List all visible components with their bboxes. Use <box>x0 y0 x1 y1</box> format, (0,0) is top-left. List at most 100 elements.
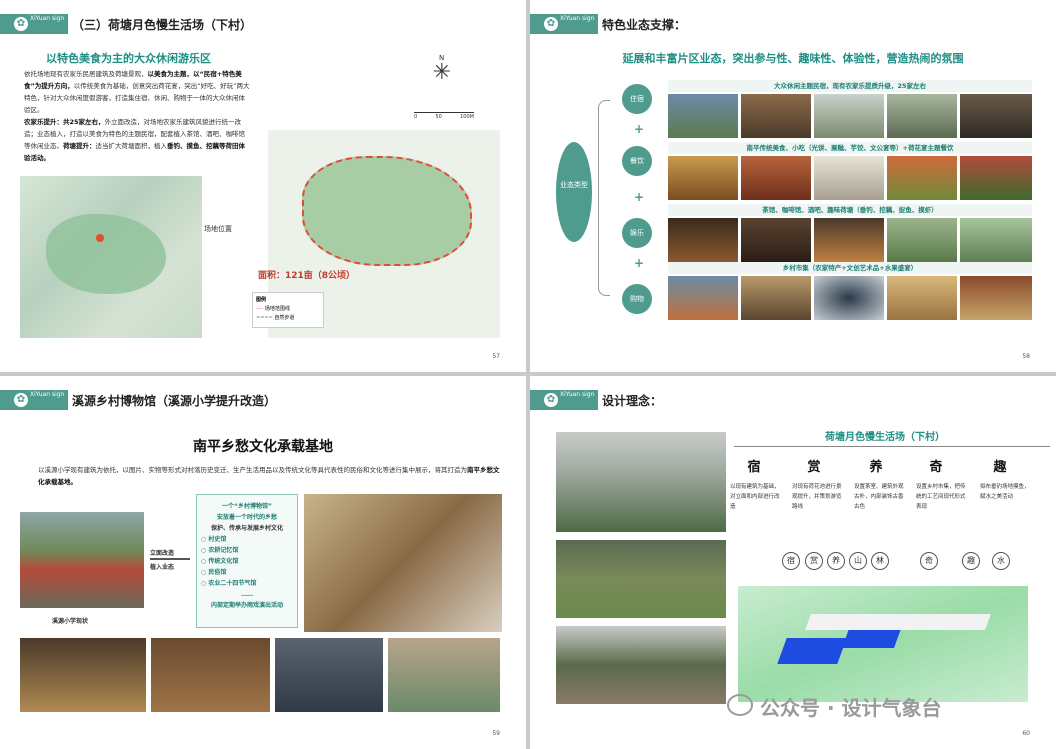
page-title: （三）荷塘月色慢生活场（下村） <box>72 18 253 32</box>
location-map <box>20 176 202 338</box>
concept-char: 养 <box>869 460 883 475</box>
page-number: 60 <box>1022 730 1030 737</box>
site-model-render <box>738 586 1028 702</box>
page-title: 溪源乡村博物馆（溪源小学提升改造） <box>72 394 277 408</box>
photo <box>960 156 1032 200</box>
arrow-label: 植入业态 <box>150 564 175 571</box>
photo <box>887 276 957 320</box>
concept-desc: 对现有荷花池进行景观提升，并策划游览路线 <box>792 484 842 510</box>
concept-tag: 养 <box>827 552 845 570</box>
area-label: 面积：121亩（8公顷） <box>258 271 356 281</box>
concept-tag: 奇 <box>920 552 938 570</box>
photo <box>668 156 738 200</box>
plus-icon: + <box>634 256 645 270</box>
plus-icon: + <box>634 122 645 136</box>
logo: ✿ XiYuan sign <box>530 14 598 34</box>
photo <box>741 218 811 262</box>
photo <box>275 638 383 712</box>
watermark: 公众号 · 设计气象台 <box>760 696 942 720</box>
concept-tag: 趣 <box>962 552 980 570</box>
category-desc-shopping: 乡村市集（农家特产+文创艺术品+水果盛宴） <box>668 262 1032 274</box>
pond-shape <box>777 638 847 664</box>
concept-tag: 林 <box>871 552 889 570</box>
photo <box>741 94 811 138</box>
paragraph-2: 农家乐提升：共25家左右，外立面改造，对场地农家乐建筑风貌进行统一改造；业态植入… <box>24 118 245 162</box>
bracket-connector <box>598 100 610 296</box>
category-node-lodging: 住宿 <box>622 84 652 114</box>
pond-photo <box>556 540 726 618</box>
page-57: ✿ XiYuan sign （三）荷塘月色慢生活场（下村） 以特色美食为主的大众休… <box>0 0 526 372</box>
section-heading: 以特色美食为主的大众休闲游乐区 <box>46 52 211 65</box>
logo: ✿ XiYuan sign <box>0 390 68 410</box>
flower-icon: ✿ <box>544 17 558 31</box>
category-desc-lodging: 大众休闲主题民宿，现有农家乐提质升级，25家左右 <box>668 80 1032 92</box>
concept-desc: 以现有建筑为基础，对立面和内部进行改造 <box>730 484 780 510</box>
photo <box>741 276 811 320</box>
region-shape <box>46 214 166 294</box>
photo <box>887 218 957 262</box>
school-photo <box>20 512 144 608</box>
page-number: 59 <box>492 730 500 737</box>
paragraph-1: 依托场地现有农家乐民居建筑及荷塘景观，以美食为主题，以“民宿+特色美食”为提升方… <box>24 70 250 114</box>
page-number: 58 <box>1022 353 1030 360</box>
concept-desc: 设置茶室、建筑外观古朴，内部装饰古香古色 <box>854 484 904 510</box>
page-subtitle: 延展和丰富片区业态，突出参与性、趣味性、体验性，营造热闹的氛围 <box>622 52 964 65</box>
photo <box>814 156 884 200</box>
photo <box>960 218 1032 262</box>
village-photo <box>556 626 726 704</box>
map-legend: 图例 ---- 场地范围线 ==== 自然步道 <box>252 292 324 328</box>
plus-icon: + <box>634 190 645 204</box>
concept-tag: 宿 <box>782 552 800 570</box>
flower-icon: ✿ <box>544 393 558 407</box>
flower-icon: ✿ <box>14 17 28 31</box>
photo <box>814 276 884 320</box>
arrow-label: 立面改造 <box>150 550 175 557</box>
scale-bar: 0 50 100M <box>414 112 474 120</box>
page-subtitle: 荷塘月色慢生活场（下村） <box>825 432 945 443</box>
concept-tag: 水 <box>992 552 1010 570</box>
logo: ✿ XiYuan sign <box>530 390 598 410</box>
wechat-icon <box>727 694 753 716</box>
concept-tag: 山 <box>849 552 867 570</box>
paragraph: 以溪源小学现有建筑为依托，以图片、实物等形式对村落历史变迁、生产生活用品以及传统… <box>38 466 500 486</box>
concept-desc: 设置乡村市集，把传统的工艺间现代形式表现 <box>916 484 966 510</box>
concept-char: 奇 <box>929 460 943 475</box>
category-node-entertainment: 娱乐 <box>622 218 652 248</box>
photo <box>668 94 738 138</box>
page-number: 57 <box>492 353 500 360</box>
museum-interior-photo <box>304 494 502 632</box>
section-heading: 南平乡愁文化承载基地 <box>193 439 333 455</box>
building-row <box>805 614 991 630</box>
photo <box>20 638 146 712</box>
photo-caption: 溪源小学现状 <box>52 618 89 625</box>
concept-char: 宿 <box>747 460 761 475</box>
category-desc-entertainment: 茶馆、咖啡馆、酒吧、趣味荷塘（垂钓、挖藕、捉鱼、摸虾） <box>668 204 1032 216</box>
photo <box>741 156 811 200</box>
page-title: 设计理念： <box>602 394 663 408</box>
photo <box>887 156 957 200</box>
location-label: 场地位置 <box>204 225 232 233</box>
category-node-dining: 餐饮 <box>622 146 652 176</box>
museum-concept-box: 一个“乡村博物馆” 安放着一个时代的乡愁 保护、传承与发展乡村文化 ○ 村史馆 … <box>196 494 298 628</box>
category-desc-dining: 南平传统美食、小吃（光饼、粟糍、芋饺、文公宴等）+荷花宴主题餐饮 <box>668 142 1032 154</box>
photo <box>814 218 884 262</box>
flower-icon: ✿ <box>14 393 28 407</box>
arrow-icon <box>150 558 190 560</box>
photo <box>668 218 738 262</box>
concept-desc: 拟布垂钓场地摸鱼，赋水之美活动 <box>980 484 1030 500</box>
concept-char: 赏 <box>807 460 821 475</box>
compass-icon: ✳ N <box>432 54 452 85</box>
concept-char: 趣 <box>993 460 1007 475</box>
page-59: ✿ XiYuan sign 溪源乡村博物馆（溪源小学提升改造） 南平乡愁文化承载基… <box>0 376 526 749</box>
photo <box>814 94 884 138</box>
location-marker <box>96 234 104 242</box>
divider <box>734 446 1050 447</box>
photo <box>668 276 738 320</box>
business-type-node: 业态类型 <box>556 142 592 242</box>
photo <box>388 638 500 712</box>
logo: ✿ XiYuan sign <box>0 14 68 34</box>
photo <box>887 94 957 138</box>
photo <box>960 94 1032 138</box>
photo <box>960 276 1032 320</box>
category-node-shopping: 购物 <box>622 284 652 314</box>
